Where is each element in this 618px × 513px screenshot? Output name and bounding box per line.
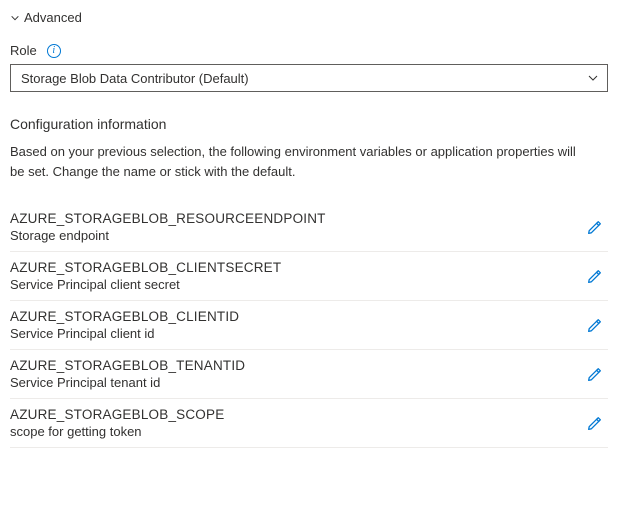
config-info-description: Based on your previous selection, the fo… — [10, 142, 590, 181]
variable-name: AZURE_STORAGEBLOB_SCOPE — [10, 407, 224, 422]
variable-description: Service Principal tenant id — [10, 375, 245, 390]
edit-button[interactable] — [582, 215, 606, 239]
role-select[interactable]: Storage Blob Data Contributor (Default) — [10, 64, 608, 92]
role-select-value: Storage Blob Data Contributor (Default) — [21, 71, 249, 86]
variable-text: AZURE_STORAGEBLOB_TENANTID Service Princ… — [10, 358, 245, 390]
role-label: Role — [10, 43, 37, 58]
advanced-label: Advanced — [24, 10, 82, 25]
edit-button[interactable] — [582, 264, 606, 288]
pencil-icon — [586, 219, 603, 236]
variable-text: AZURE_STORAGEBLOB_SCOPE scope for gettin… — [10, 407, 224, 439]
variable-row: AZURE_STORAGEBLOB_RESOURCEENDPOINT Stora… — [10, 203, 608, 252]
variable-text: AZURE_STORAGEBLOB_RESOURCEENDPOINT Stora… — [10, 211, 326, 243]
role-label-row: Role i — [10, 43, 608, 58]
pencil-icon — [586, 366, 603, 383]
variable-text: AZURE_STORAGEBLOB_CLIENTID Service Princ… — [10, 309, 239, 341]
variable-description: scope for getting token — [10, 424, 224, 439]
variable-description: Storage endpoint — [10, 228, 326, 243]
config-info-title: Configuration information — [10, 116, 608, 132]
edit-button[interactable] — [582, 313, 606, 337]
variable-name: AZURE_STORAGEBLOB_TENANTID — [10, 358, 245, 373]
pencil-icon — [586, 317, 603, 334]
info-icon[interactable]: i — [47, 44, 61, 58]
pencil-icon — [586, 415, 603, 432]
variable-row: AZURE_STORAGEBLOB_SCOPE scope for gettin… — [10, 399, 608, 448]
edit-button[interactable] — [582, 362, 606, 386]
variable-row: AZURE_STORAGEBLOB_TENANTID Service Princ… — [10, 350, 608, 399]
variable-row: AZURE_STORAGEBLOB_CLIENTSECRET Service P… — [10, 252, 608, 301]
variable-text: AZURE_STORAGEBLOB_CLIENTSECRET Service P… — [10, 260, 281, 292]
chevron-down-icon — [10, 13, 20, 23]
variable-name: AZURE_STORAGEBLOB_RESOURCEENDPOINT — [10, 211, 326, 226]
advanced-toggle[interactable]: Advanced — [10, 10, 608, 25]
variable-row: AZURE_STORAGEBLOB_CLIENTID Service Princ… — [10, 301, 608, 350]
variables-list: AZURE_STORAGEBLOB_RESOURCEENDPOINT Stora… — [10, 203, 608, 448]
variable-name: AZURE_STORAGEBLOB_CLIENTID — [10, 309, 239, 324]
variable-description: Service Principal client id — [10, 326, 239, 341]
variable-description: Service Principal client secret — [10, 277, 281, 292]
edit-button[interactable] — [582, 411, 606, 435]
chevron-down-icon — [587, 72, 599, 84]
pencil-icon — [586, 268, 603, 285]
variable-name: AZURE_STORAGEBLOB_CLIENTSECRET — [10, 260, 281, 275]
